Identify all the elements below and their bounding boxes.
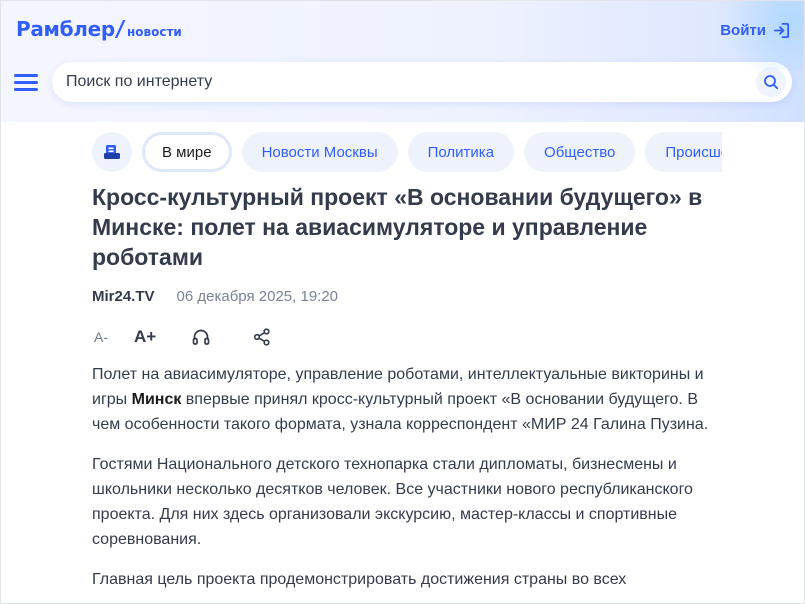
headphones-icon [192, 329, 210, 345]
login-button[interactable]: Войти [720, 21, 791, 40]
article-paragraph: Главная цель проекта продемонстрировать … [92, 567, 712, 592]
article-paragraph: Гостями Национального детского технопарк… [92, 452, 712, 552]
logo-slash: / [114, 17, 126, 42]
rambler-news-icon [104, 145, 120, 159]
tab-incidents[interactable]: Происшествия [645, 132, 722, 172]
article-meta: Mir24.TV 06 декабря 2025, 19:20 [92, 288, 338, 305]
site-header: Рамблер / новости Войти [0, 0, 805, 122]
tab-politics[interactable]: Политика [407, 132, 515, 172]
hamburger-menu-icon[interactable] [14, 72, 40, 92]
tab-moscow-news[interactable]: Новости Москвы [241, 132, 398, 172]
article-paragraph: Полет на авиасимуляторе, управление робо… [92, 362, 712, 437]
rubric-tabs: В мире Новости Москвы Политика Общество … [92, 132, 722, 172]
logo-brand-text: Рамблер [16, 17, 115, 41]
search-bar [52, 62, 792, 102]
search-input[interactable] [66, 62, 746, 102]
city-link[interactable]: Минск [132, 391, 182, 408]
logo-section-text: новости [126, 25, 182, 39]
article-title: Кросс-культурный проект «В основании буд… [92, 184, 703, 270]
article-body: Полет на авиасимуляторе, управление робо… [92, 362, 712, 604]
article-date: 06 декабря 2025, 19:20 [176, 288, 339, 305]
login-arrow-icon [773, 22, 790, 39]
paragraph-text: Главная цель проекта продемонстрировать … [92, 571, 627, 588]
search-button[interactable] [756, 67, 786, 97]
decrease-font-button[interactable]: A- [94, 324, 108, 350]
share-button[interactable] [252, 324, 272, 350]
tab-society[interactable]: Общество [524, 132, 636, 172]
paragraph-text: впервые принял кросс-культурный проект «… [92, 391, 709, 433]
paragraph-text: Гостями Национального детского технопарк… [92, 456, 693, 548]
article-toolbar: A- A+ [92, 324, 292, 350]
search-icon [764, 75, 779, 90]
login-label: Войти [720, 22, 766, 39]
article-source-link[interactable]: Mir24.TV [92, 288, 155, 305]
share-icon [253, 328, 270, 346]
listen-button[interactable] [191, 324, 211, 350]
increase-font-button[interactable]: A+ [134, 324, 156, 350]
rubric-home-button[interactable] [92, 132, 132, 172]
rambler-news-logo[interactable]: Рамблер / новости [16, 17, 182, 42]
tab-world[interactable]: В мире [142, 132, 232, 172]
